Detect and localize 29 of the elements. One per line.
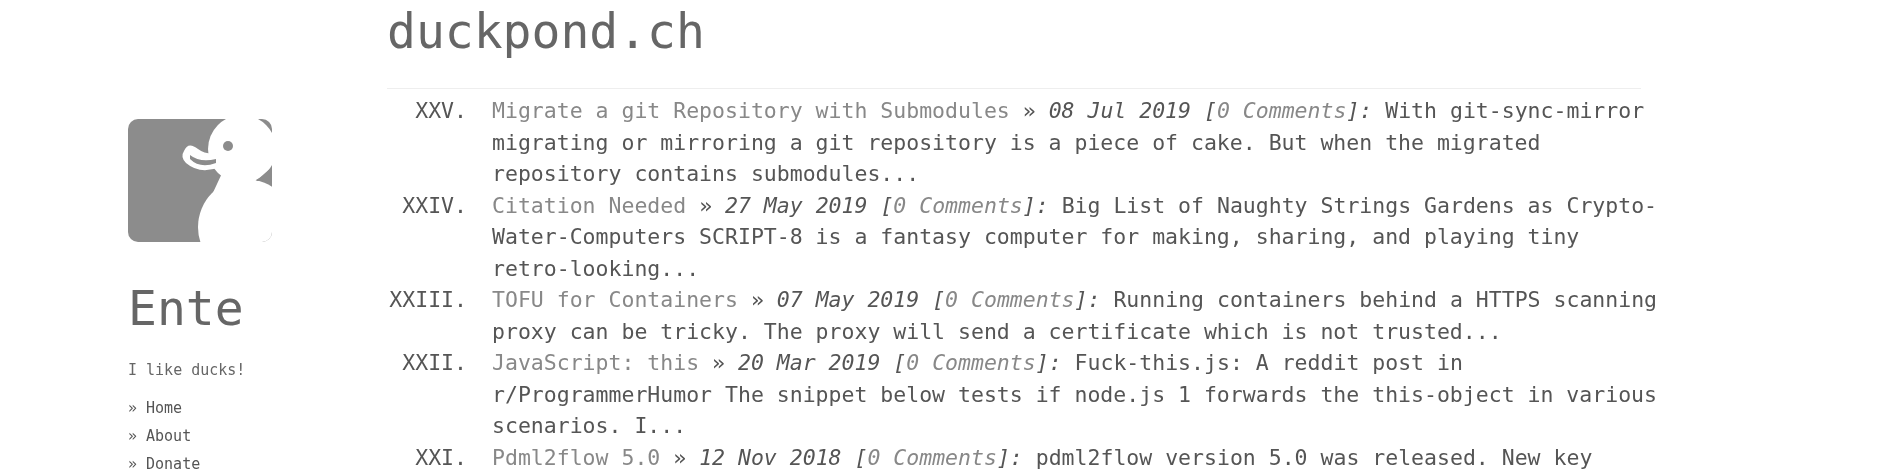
post-title-link[interactable]: Citation Needed xyxy=(492,192,687,218)
post-number: XXII. xyxy=(401,349,467,377)
nav-link[interactable]: Home xyxy=(146,398,183,418)
post-summary: Citation Needed » 27 May 2019 [0 Comments]: Big List of Naughty Strings Gardens as Crypto-Water-Computers SCRIPT-8 is a fantasy computer for making, sharing, and playing tiny retro-looking... xyxy=(492,191,1659,283)
post-number: XXIV. xyxy=(401,191,467,220)
nav-link[interactable]: Donate xyxy=(146,454,201,474)
post-number: XXI. xyxy=(414,443,467,472)
post-title-link[interactable]: Pdml2flow 5.0 xyxy=(492,444,661,470)
nav-bullet: » xyxy=(128,426,138,446)
post-summary: Pdml2flow 5.0 » 12 Nov 2018 [0 Comments]: pdml2flow version 5.0 was released. New key xyxy=(492,443,1594,472)
comments-link[interactable]: 0 Comments xyxy=(945,287,1075,312)
nav-link[interactable]: About xyxy=(146,426,192,446)
duck-logo-icon xyxy=(128,119,272,242)
post-number: XXV. xyxy=(414,97,467,125)
tagline: I like ducks! xyxy=(128,360,246,381)
post-summary: TOFU for Containers » 07 May 2019 [0 Comments]: Running containers behind a HTTPS scanning proxy can be tricky. The proxy will send a certificate which is not trusted... xyxy=(492,286,1659,346)
post-summary: Migrate a git Repository with Submodules » 08 Jul 2019 [0 Comments]: With git-sync-mirror migrating or mirroring a git repository is a piece of cake. But when the migrated repository contains submodules... xyxy=(492,97,1646,188)
post-title-link[interactable]: JavaScript: this xyxy=(492,350,700,375)
comments-link[interactable]: 0 Comments xyxy=(867,444,997,470)
post-summary: JavaScript: this » 20 Mar 2019 [0 Comments]: Fuck-this.js: A reddit post in r/ProgrammerHumor The snippet below tests if node.js 1 forwards the this-object in various scenarios. I... xyxy=(492,349,1658,440)
site-name: Ente xyxy=(128,284,244,332)
post-number: XXIII. xyxy=(388,286,467,314)
post-title-link[interactable]: Migrate a git Repository with Submodules xyxy=(492,98,1010,123)
nav-bullet: » xyxy=(128,398,138,418)
post-title-link[interactable]: TOFU for Containers xyxy=(492,287,738,312)
comments-link[interactable]: 0 Comments xyxy=(906,350,1036,375)
comments-link[interactable]: 0 Comments xyxy=(1216,98,1347,123)
nav-bullet: » xyxy=(128,454,138,474)
comments-link[interactable]: 0 Comments xyxy=(893,192,1023,218)
